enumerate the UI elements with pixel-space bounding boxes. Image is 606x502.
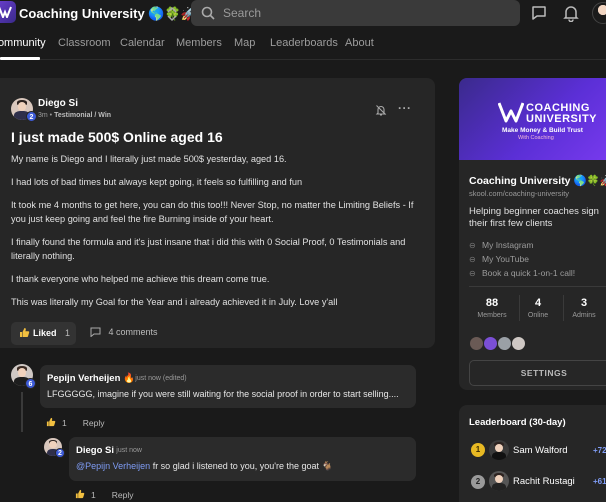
active-tab-indicator xyxy=(0,57,40,60)
group-info-card: COACHING UNIVERSITY Make Money & Build T… xyxy=(459,78,606,390)
leaderboard-title[interactable]: Leaderboard (30-day) xyxy=(469,417,566,428)
reply-like-count: 1 xyxy=(91,490,96,500)
tab-classroom[interactable]: Classroom xyxy=(58,37,111,49)
group-link-youtube[interactable]: ⊖ My YouTube xyxy=(469,254,529,264)
thumbs-up-icon[interactable] xyxy=(46,417,56,427)
post-paragraph: I had lots of bad times but always kept … xyxy=(11,177,303,187)
like-label: Liked xyxy=(33,328,57,338)
comment-author-name[interactable]: Pepijn Verheijen 🔥 xyxy=(47,373,135,384)
admins-count[interactable]: 3 xyxy=(564,297,604,309)
post-author-name[interactable]: Diego Si xyxy=(38,98,78,109)
post-paragraph: It took me 4 months to get here, you can… xyxy=(11,200,414,224)
group-name: Coaching University 🌎🍀🚀 xyxy=(469,175,606,187)
switch-group-icon[interactable] xyxy=(165,5,179,23)
members-label: Members xyxy=(477,312,507,319)
search-input[interactable] xyxy=(223,4,503,22)
post-paragraph: I thank everyone who helped me achieve t… xyxy=(11,274,270,284)
banner-line-4: With Coaching xyxy=(518,135,554,141)
post-category[interactable]: Testimonial / Win xyxy=(54,112,111,119)
members-count[interactable]: 88 xyxy=(472,297,512,309)
like-count: 1 xyxy=(65,328,71,338)
link-icon: ⊖ xyxy=(469,255,476,264)
reply-meta: · just now xyxy=(112,447,142,454)
comments-button[interactable]: 4 comments xyxy=(90,327,158,338)
chat-icon[interactable] xyxy=(530,4,548,22)
group-logo[interactable] xyxy=(0,1,16,23)
post-paragraph: I finally found the formula and it's jus… xyxy=(11,237,406,261)
top-bar: Coaching University 🌎🍀🚀 xyxy=(0,0,606,28)
group-link-call[interactable]: ⊖ Book a quick 1-on-1 call! xyxy=(469,268,575,278)
reply-text: @Pepijn Verheijen fr so glad i listened … xyxy=(76,461,333,471)
admins-label: Admins xyxy=(572,312,596,319)
search-bar[interactable] xyxy=(191,0,520,26)
group-url[interactable]: skool.com/coaching-university xyxy=(469,189,569,198)
leader-name[interactable]: Sam Walford xyxy=(513,445,568,456)
member-avatar[interactable] xyxy=(483,336,498,351)
group-description: Helping beginner coaches sign their firs… xyxy=(469,206,599,229)
thumbs-up-icon xyxy=(20,328,30,337)
comment-bubble xyxy=(40,365,416,408)
thumbs-up-icon[interactable] xyxy=(75,489,85,499)
more-options-icon[interactable]: ··· xyxy=(398,101,412,115)
online-count[interactable]: 4 xyxy=(518,297,558,309)
reply-bubble xyxy=(69,437,416,481)
post-paragraph: My name is Diego and I literally just ma… xyxy=(11,154,287,164)
settings-button[interactable]: SETTINGS xyxy=(469,360,606,386)
member-avatar[interactable] xyxy=(511,336,526,351)
online-label: Online xyxy=(527,312,549,319)
level-badge: 2 xyxy=(55,448,65,458)
rank-badge: 1 xyxy=(471,443,485,457)
comment-like-count: 1 xyxy=(62,418,67,428)
leader-avatar[interactable] xyxy=(489,471,509,491)
banner-line-2: UNIVERSITY xyxy=(526,113,598,125)
thread-line xyxy=(21,392,23,432)
post-meta: 3m • Testimonial / Win xyxy=(38,112,112,119)
comment-icon xyxy=(90,327,101,338)
comment-meta: · just now (edited) xyxy=(131,375,187,382)
tab-map[interactable]: Map xyxy=(234,37,255,49)
banner-line-3: Make Money & Build Trust xyxy=(502,127,583,134)
leaderboard-card: Leaderboard (30-day) 1 Sam Walford +72 2… xyxy=(459,405,606,502)
reply-button[interactable]: Reply xyxy=(112,490,134,500)
comments-count: 4 comments xyxy=(108,327,158,337)
level-badge: 2 xyxy=(26,111,37,122)
reply-button[interactable]: Reply xyxy=(83,418,105,428)
banner-logo-icon xyxy=(498,102,524,123)
tab-about[interactable]: About xyxy=(345,37,374,49)
search-icon xyxy=(201,6,215,20)
level-badge: 6 xyxy=(25,378,36,389)
bell-off-icon[interactable] xyxy=(375,103,387,121)
rank-badge: 2 xyxy=(471,475,485,489)
mention-link[interactable]: @Pepijn Verheijen xyxy=(76,461,150,471)
tab-members[interactable]: Members xyxy=(176,37,222,49)
bell-icon[interactable] xyxy=(562,4,580,23)
post-time: 3m xyxy=(38,112,48,119)
group-link-instagram[interactable]: ⊖ My Instagram xyxy=(469,240,534,250)
like-button[interactable]: Liked 1 xyxy=(11,322,76,345)
reply-author-name[interactable]: Diego Si xyxy=(76,445,114,456)
group-banner[interactable]: COACHING UNIVERSITY Make Money & Build T… xyxy=(459,78,606,160)
link-icon: ⊖ xyxy=(469,241,476,250)
tab-calendar[interactable]: Calendar xyxy=(120,37,165,49)
post-title: I just made 500$ Online aged 16 xyxy=(11,129,223,145)
comment-actions: 1 Reply xyxy=(46,417,104,428)
member-avatar[interactable] xyxy=(497,336,512,351)
comment-text: LFGGGGG, imagine if you were still waiti… xyxy=(47,389,399,399)
user-avatar[interactable] xyxy=(592,2,606,24)
reply-actions: 1 Reply xyxy=(75,489,133,500)
leader-avatar[interactable] xyxy=(489,440,509,460)
tab-community[interactable]: Community xyxy=(0,37,46,49)
leader-points: +61 xyxy=(593,477,606,486)
nav-tabs: Community Classroom Calendar Members Map… xyxy=(0,28,606,60)
divider xyxy=(469,286,606,287)
leader-name[interactable]: Rachit Rustagi xyxy=(513,476,575,487)
leader-points: +72 xyxy=(593,446,606,455)
member-avatar[interactable] xyxy=(469,336,484,351)
tab-leaderboards[interactable]: Leaderboards xyxy=(270,37,338,49)
link-icon: ⊖ xyxy=(469,269,476,278)
post-paragraph: This was literally my Goal for the Year … xyxy=(11,297,338,307)
